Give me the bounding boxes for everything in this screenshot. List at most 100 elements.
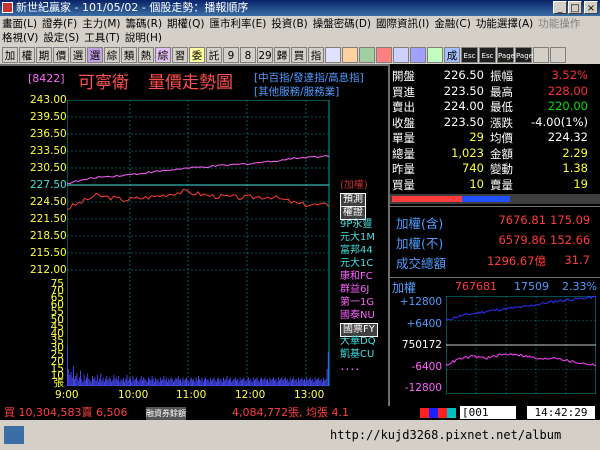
toolbar-button[interactable]	[325, 47, 341, 63]
toolbar-button[interactable]: 權	[19, 47, 35, 63]
broker-item[interactable]: 元大1M	[340, 232, 375, 244]
toolbar-button[interactable]: 綜	[104, 47, 120, 63]
volume-bar	[314, 377, 316, 386]
broker-item[interactable]: (加權)	[340, 180, 368, 192]
toolbar-button[interactable]	[376, 47, 392, 63]
index-links[interactable]: [中百指/發達指/高息指]	[254, 70, 364, 85]
app-window: 新世紀贏家 - 101/05/02 - 個股走勢：播報順序 _ □ × 畫面(L…	[0, 0, 600, 450]
menu-item[interactable]: 期權(Q)	[167, 18, 204, 30]
menu-item[interactable]: 籌碼(R)	[126, 18, 163, 30]
broker-item[interactable]: ．．．．	[340, 362, 365, 374]
menu-item[interactable]: 主力(M)	[82, 18, 120, 30]
toolbar-button[interactable]: Esc	[479, 47, 496, 63]
volume-bar	[218, 377, 220, 386]
volume-bar	[183, 380, 185, 386]
volume-bar	[232, 380, 234, 386]
toolbar-button[interactable]	[427, 47, 443, 63]
toolbar-button[interactable]	[550, 47, 566, 63]
broker-item[interactable]: 預測	[340, 193, 366, 207]
volume-bar	[134, 378, 136, 386]
toolbar-button[interactable]: 選	[87, 47, 103, 63]
volume-bar	[286, 380, 287, 386]
broker-item[interactable]: 康和FC	[340, 271, 373, 283]
menu-item[interactable]: 金融(C)	[434, 18, 471, 30]
volume-bar	[208, 381, 210, 386]
close-button[interactable]: ×	[584, 1, 598, 14]
quote-label: 開盤	[392, 69, 415, 83]
index-value: 1296.67億	[486, 254, 546, 268]
toolbar-button[interactable]: Page	[515, 47, 533, 63]
volume-bar	[300, 378, 302, 386]
toolbar-button[interactable]: 期	[36, 47, 52, 63]
industry-links[interactable]: [其他服務/服務業]	[254, 84, 339, 99]
volume-bar	[121, 380, 123, 386]
menu-item[interactable]: 設定(S)	[43, 32, 79, 44]
toolbar-button[interactable]: 29	[257, 47, 273, 63]
mini-index-change: 17509	[514, 280, 549, 293]
start-icon[interactable]	[4, 426, 24, 444]
toolbar-button[interactable]: 買	[291, 47, 307, 63]
volume-bar	[68, 369, 70, 386]
volume-bar	[138, 381, 140, 386]
broker-item[interactable]: 大華DQ	[340, 336, 376, 348]
toolbar-button[interactable]: 9	[223, 47, 239, 63]
volume-bar	[131, 381, 133, 386]
toolbar-button[interactable]: 8	[240, 47, 256, 63]
toolbar-button[interactable]: 類	[121, 47, 137, 63]
menu-item[interactable]: 工具(T)	[84, 32, 120, 44]
toolbar-button[interactable]: Page	[497, 47, 515, 63]
time-tick: 12:00	[235, 389, 266, 401]
index-change: 152.66	[550, 233, 591, 247]
broker-item[interactable]: 第一1G	[340, 297, 374, 309]
volume-bar	[219, 380, 221, 386]
toolbar-button[interactable]: 成	[444, 47, 460, 63]
quote-value: 226.50	[443, 68, 484, 82]
broker-item[interactable]: 元大1C	[340, 258, 373, 270]
volume-bar	[231, 381, 233, 386]
menu-item[interactable]: 功能選擇(A)	[476, 18, 533, 30]
mini-index-line-1	[446, 352, 596, 367]
broker-item[interactable]: 國票FY	[340, 323, 378, 337]
menu-item[interactable]: 畫面(L)	[2, 18, 37, 30]
menu-item[interactable]: 匯市利率(E)	[210, 18, 267, 30]
maximize-button[interactable]: □	[568, 1, 582, 14]
volume-bar	[213, 377, 215, 386]
toolbar-button[interactable]: 加	[2, 47, 18, 63]
toolbar-button[interactable]	[359, 47, 375, 63]
toolbar-button[interactable]: 歸	[274, 47, 290, 63]
toolbar-button[interactable]: 選	[70, 47, 86, 63]
broker-item[interactable]: 群益6J	[340, 284, 369, 296]
broker-item[interactable]: 國泰NU	[340, 310, 375, 322]
toolbar-button[interactable]: 委	[189, 47, 205, 63]
toolbar-button[interactable]: 價	[53, 47, 69, 63]
volume-bar	[215, 381, 217, 386]
broker-item[interactable]: 凱基CU	[340, 349, 374, 361]
toolbar-button[interactable]	[533, 47, 549, 63]
volume-bar	[250, 378, 252, 386]
quote-label: 單量	[392, 131, 415, 145]
stock-code-input[interactable]: [001	[460, 406, 516, 419]
broker-item[interactable]: 富邦44	[340, 245, 373, 257]
toolbar-button[interactable]: 熱	[138, 47, 154, 63]
volume-bar	[95, 380, 97, 386]
index-value: 7676.81	[498, 213, 546, 227]
volume-bar	[223, 377, 224, 386]
menu-item[interactable]: 操盤密碼(D)	[313, 18, 371, 30]
menu-item[interactable]: 投資(B)	[271, 18, 307, 30]
menu-item[interactable]: 格視(V)	[2, 32, 38, 44]
menu-item[interactable]: 說明(H)	[125, 32, 162, 44]
menu-item[interactable]: 證券(F)	[42, 18, 77, 30]
minimize-button[interactable]: _	[553, 1, 567, 14]
toolbar-button[interactable]: 指	[308, 47, 324, 63]
quote-label: 最高	[490, 84, 513, 99]
broker-item[interactable]: 9P永豐	[340, 219, 372, 231]
menu-item[interactable]: 國際資訊(I)	[376, 18, 429, 30]
toolbar-button[interactable]	[410, 47, 426, 63]
toolbar-button[interactable]: 綜	[155, 47, 171, 63]
toolbar-button[interactable]: Esc	[461, 47, 478, 63]
toolbar-button[interactable]	[393, 47, 409, 63]
broker-item[interactable]: 權證	[340, 206, 366, 220]
toolbar-button[interactable]: 託	[206, 47, 222, 63]
toolbar-button[interactable]: 習	[172, 47, 188, 63]
toolbar-button[interactable]	[342, 47, 358, 63]
